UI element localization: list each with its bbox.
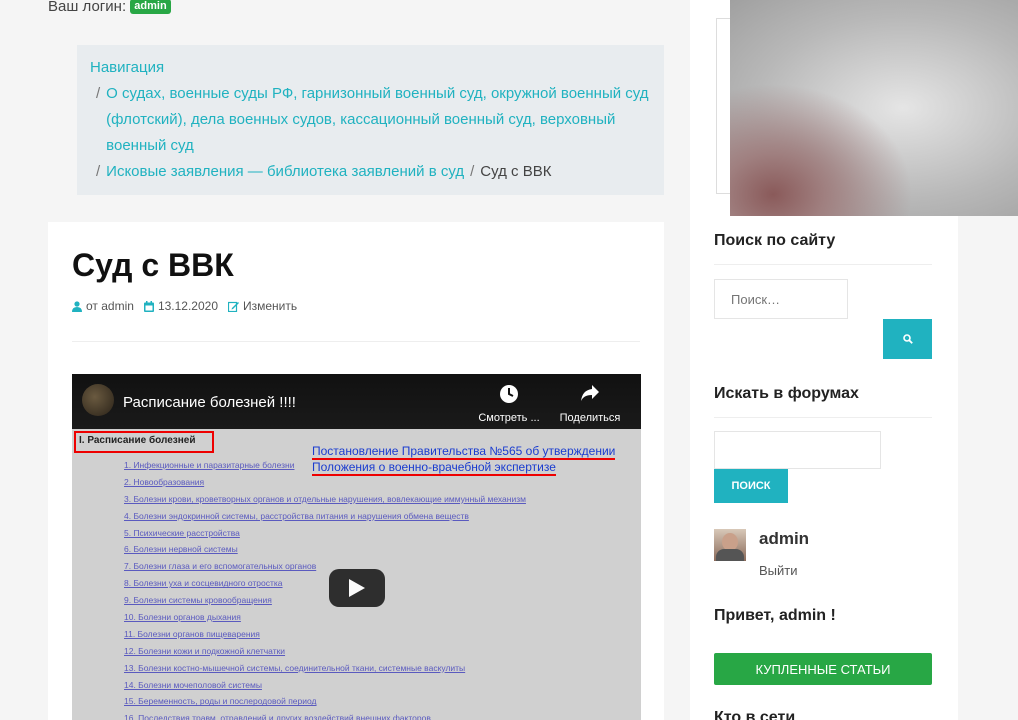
share-icon	[581, 385, 599, 401]
breadcrumb-home-link[interactable]: Навигация	[90, 59, 164, 76]
breadcrumb: Навигация / О судах, военные суды РФ, га…	[77, 45, 664, 195]
breadcrumb-separator: /	[96, 163, 101, 180]
list-item: 3. Болезни крови, кроветворных органов и…	[124, 493, 526, 504]
divider	[714, 264, 932, 265]
share-button[interactable]: Поделиться	[550, 384, 630, 424]
logout-link[interactable]: Выйти	[759, 563, 798, 578]
login-label: Ваш логин:	[48, 0, 127, 15]
avatar	[714, 529, 746, 561]
search-icon	[902, 334, 913, 344]
forums-widget-title: Искать в форумах	[714, 385, 859, 402]
greeting: Привет, admin !	[714, 607, 836, 624]
bought-articles-button[interactable]: КУПЛЕННЫЕ СТАТЬИ	[714, 653, 932, 685]
post-card: Суд с ВВК от admin 13.12.2020 Изменить Р…	[48, 222, 664, 720]
edit-link[interactable]: Изменить	[243, 299, 297, 313]
watch-later-label: Смотреть ...	[478, 412, 540, 424]
list-item: 12. Болезни кожи и подкожной клетчатки	[124, 645, 286, 656]
play-icon	[349, 579, 365, 597]
breadcrumb-separator: /	[470, 163, 475, 180]
list-item: 4. Болезни эндокринной системы, расстрой…	[124, 510, 469, 521]
search-input[interactable]	[714, 279, 848, 319]
webcam-overlay	[730, 0, 1018, 216]
doc-list: 1. Инфекционные и паразитарные болезни 2…	[124, 457, 526, 720]
edit-icon	[228, 301, 239, 312]
post-author: от admin	[72, 299, 134, 313]
divider	[72, 341, 640, 342]
list-item: 8. Болезни уха и сосцевидного отростка	[124, 578, 283, 589]
list-item: 15. Беременность, роды и послеродовой пе…	[124, 696, 317, 707]
post-date-text: 13.12.2020	[157, 299, 218, 313]
forum-search-input[interactable]	[714, 431, 881, 469]
watch-later-button[interactable]: Смотреть ...	[469, 384, 549, 424]
video-embed[interactable]: Расписание болезней !!!! Смотреть ... По…	[72, 374, 641, 720]
search-button[interactable]	[883, 319, 932, 359]
list-item: 9. Болезни системы кровообращения	[124, 595, 272, 606]
post-meta: от admin 13.12.2020 Изменить	[72, 299, 297, 313]
breadcrumb-link-courts[interactable]: О судах, военные суды РФ, гарнизонный во…	[106, 81, 651, 159]
login-badge: admin	[130, 0, 171, 14]
list-item: 6. Болезни нервной системы	[124, 544, 238, 555]
list-item: 2. Новообразования	[124, 476, 205, 487]
video-header: Расписание болезней !!!! Смотреть ... По…	[72, 374, 641, 429]
divider	[714, 417, 932, 418]
channel-avatar[interactable]	[82, 384, 114, 416]
user-name[interactable]: admin	[759, 529, 809, 549]
login-line: Ваш логин: admin	[48, 0, 171, 15]
share-label: Поделиться	[559, 412, 621, 424]
play-button[interactable]	[329, 569, 385, 607]
user-icon	[72, 300, 82, 312]
calendar-icon	[143, 300, 154, 312]
post-date: 13.12.2020	[143, 299, 218, 313]
breadcrumb-current: Суд с ВВК	[480, 163, 552, 180]
list-item: 13. Болезни костно-мышечной системы, сое…	[124, 662, 466, 673]
list-item: 10. Болезни органов дыхания	[124, 612, 241, 623]
who-online-title: Кто в сети	[714, 709, 796, 720]
list-item: 5. Психические расстройства	[124, 527, 240, 538]
doc-heading: I. Расписание болезней	[74, 431, 214, 453]
list-item: 7. Болезни глаза и его вспомогательных о…	[124, 561, 317, 572]
post-author-link[interactable]: от admin	[86, 299, 134, 313]
page-title: Суд с ВВК	[72, 247, 234, 283]
forum-search-button[interactable]: ПОИСК	[714, 469, 788, 503]
clock-icon	[500, 385, 518, 403]
breadcrumb-separator: /	[96, 85, 101, 102]
list-item: 1. Инфекционные и паразитарные болезни	[124, 460, 295, 470]
video-title[interactable]: Расписание болезней !!!!	[123, 394, 296, 411]
breadcrumb-link-claims[interactable]: Исковые заявления — библиотека заявлений…	[106, 159, 464, 185]
search-widget-title: Поиск по сайту	[714, 232, 836, 249]
list-item: 11. Болезни органов пищеварения	[124, 628, 260, 639]
list-item: 14. Болезни мочеполовой системы	[124, 679, 262, 690]
post-edit[interactable]: Изменить	[228, 299, 297, 313]
list-item: 16. Последствия травм, отравлений и друг…	[124, 713, 431, 720]
